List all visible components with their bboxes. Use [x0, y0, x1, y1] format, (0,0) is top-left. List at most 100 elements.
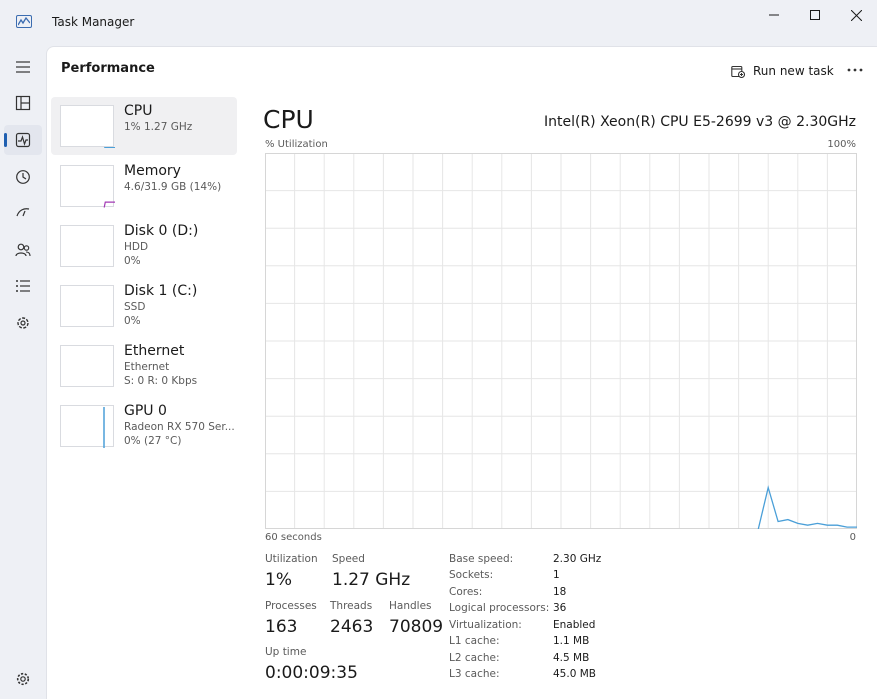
- ethernet-thumbnail: [60, 345, 114, 387]
- info-value: Enabled: [553, 619, 596, 631]
- nav-services[interactable]: [4, 308, 42, 338]
- disk-0-thumbnail: [60, 225, 114, 267]
- info-value: 36: [553, 602, 567, 614]
- hamburger-menu-button[interactable]: [4, 52, 42, 82]
- close-icon: [850, 9, 862, 21]
- gpu-thumbnail: [60, 405, 114, 448]
- nav-details[interactable]: [4, 271, 42, 301]
- nav-processes[interactable]: [4, 88, 42, 118]
- maximize-button[interactable]: [795, 0, 835, 30]
- maximize-icon: [810, 10, 820, 20]
- device-disk-0[interactable]: Disk 0 (D:) HDD 0%: [51, 217, 237, 275]
- device-detail: 0% (27 °C): [124, 435, 182, 447]
- page-title: Performance: [61, 61, 155, 76]
- nav-users[interactable]: [4, 235, 42, 265]
- hamburger-icon: [16, 61, 30, 73]
- uptime-value: 0:00:09:35: [265, 663, 358, 683]
- run-new-task-button[interactable]: Run new task: [731, 60, 834, 82]
- performance-panel: Performance Run new task CPU 1% 1.27 GHz…: [46, 46, 877, 699]
- info-value: 1: [553, 569, 560, 581]
- graph-y-min: 0: [849, 532, 856, 543]
- device-type: Radeon RX 570 Ser...: [124, 421, 235, 433]
- startup-icon: [16, 208, 30, 217]
- device-detail: 0%: [124, 255, 141, 267]
- device-name: CPU: [124, 103, 153, 119]
- info-label: Base speed:: [449, 553, 514, 565]
- device-type: Ethernet: [124, 361, 170, 373]
- info-label: Sockets:: [449, 569, 494, 581]
- device-disk-1[interactable]: Disk 1 (C:) SSD 0%: [51, 277, 237, 335]
- device-name: Disk 0 (D:): [124, 223, 199, 239]
- info-label: L1 cache:: [449, 635, 500, 647]
- performance-icon: [15, 132, 31, 148]
- title-bar: Task Manager: [0, 0, 877, 46]
- device-name: Memory: [124, 163, 181, 179]
- nav-performance[interactable]: [4, 125, 42, 155]
- info-label: Virtualization:: [449, 619, 522, 631]
- device-detail: 1% 1.27 GHz: [124, 121, 193, 133]
- device-name: GPU 0: [124, 403, 167, 419]
- run-task-icon: [731, 65, 745, 78]
- info-label: L3 cache:: [449, 668, 500, 680]
- device-type: SSD: [124, 301, 146, 313]
- graph-time-span: 60 seconds: [265, 532, 322, 543]
- graph-y-label: % Utilization: [265, 139, 328, 150]
- device-list: CPU 1% 1.27 GHz Memory 4.6/31.9 GB (14%)…: [51, 97, 237, 457]
- window-title: Task Manager: [52, 15, 135, 29]
- disk-1-thumbnail: [60, 285, 114, 327]
- threads-label: Threads: [330, 600, 373, 612]
- run-new-task-label: Run new task: [753, 64, 834, 78]
- utilization-value: 1%: [265, 570, 292, 590]
- device-ethernet[interactable]: Ethernet Ethernet S: 0 R: 0 Kbps: [51, 337, 237, 395]
- cpu-thumbnail: [60, 105, 115, 149]
- device-detail: 0%: [124, 315, 141, 327]
- app-history-icon: [16, 170, 30, 184]
- resource-title: CPU: [263, 105, 314, 134]
- device-cpu[interactable]: CPU 1% 1.27 GHz: [51, 97, 237, 155]
- more-options-button[interactable]: [842, 59, 868, 81]
- minimize-icon: [769, 14, 779, 16]
- device-type: HDD: [124, 241, 149, 253]
- memory-thumbnail-line: [103, 201, 115, 208]
- processes-icon: [15, 95, 31, 111]
- info-label: Logical processors:: [449, 602, 550, 614]
- processes-value: 163: [265, 617, 298, 637]
- processes-label: Processes: [265, 600, 317, 612]
- device-name: Disk 1 (C:): [124, 283, 198, 299]
- speed-label: Speed: [332, 553, 365, 565]
- threads-value: 2463: [330, 617, 374, 637]
- close-button[interactable]: [836, 0, 876, 30]
- details-icon: [16, 280, 30, 292]
- cpu-model-name: Intel(R) Xeon(R) CPU E5-2699 v3 @ 2.30GH…: [544, 114, 856, 130]
- settings-icon: [16, 672, 30, 686]
- nav-app-history[interactable]: [4, 162, 42, 192]
- info-value: 45.0 MB: [553, 668, 596, 680]
- info-value: 4.5 MB: [553, 652, 590, 664]
- services-icon: [17, 317, 29, 329]
- info-value: 2.30 GHz: [553, 553, 602, 565]
- device-name: Ethernet: [124, 343, 185, 359]
- handles-value: 70809: [389, 617, 444, 637]
- utilization-label: Utilization: [265, 553, 318, 565]
- info-value: 18: [553, 586, 567, 598]
- info-label: L2 cache:: [449, 652, 500, 664]
- more-icon: [847, 68, 863, 72]
- graph-y-max: 100%: [827, 139, 856, 150]
- device-gpu-0[interactable]: GPU 0 Radeon RX 570 Ser... 0% (27 °C): [51, 397, 237, 455]
- nav-settings[interactable]: [4, 664, 42, 694]
- cpu-graph-svg: [265, 153, 857, 530]
- info-value: 1.1 MB: [553, 635, 590, 647]
- uptime-label: Up time: [265, 646, 307, 658]
- cpu-utilization-series-line: [757, 485, 857, 530]
- navigation-rail: [0, 46, 46, 699]
- speed-value: 1.27 GHz: [332, 570, 411, 590]
- device-detail: 4.6/31.9 GB (14%): [124, 181, 222, 193]
- memory-thumbnail: [60, 165, 115, 208]
- device-detail: S: 0 R: 0 Kbps: [124, 375, 198, 387]
- device-memory[interactable]: Memory 4.6/31.9 GB (14%): [51, 157, 237, 215]
- users-icon: [15, 243, 31, 257]
- nav-startup-apps[interactable]: [4, 198, 42, 228]
- info-label: Cores:: [449, 586, 483, 598]
- minimize-button[interactable]: [754, 0, 794, 30]
- task-manager-app-icon: [16, 15, 32, 28]
